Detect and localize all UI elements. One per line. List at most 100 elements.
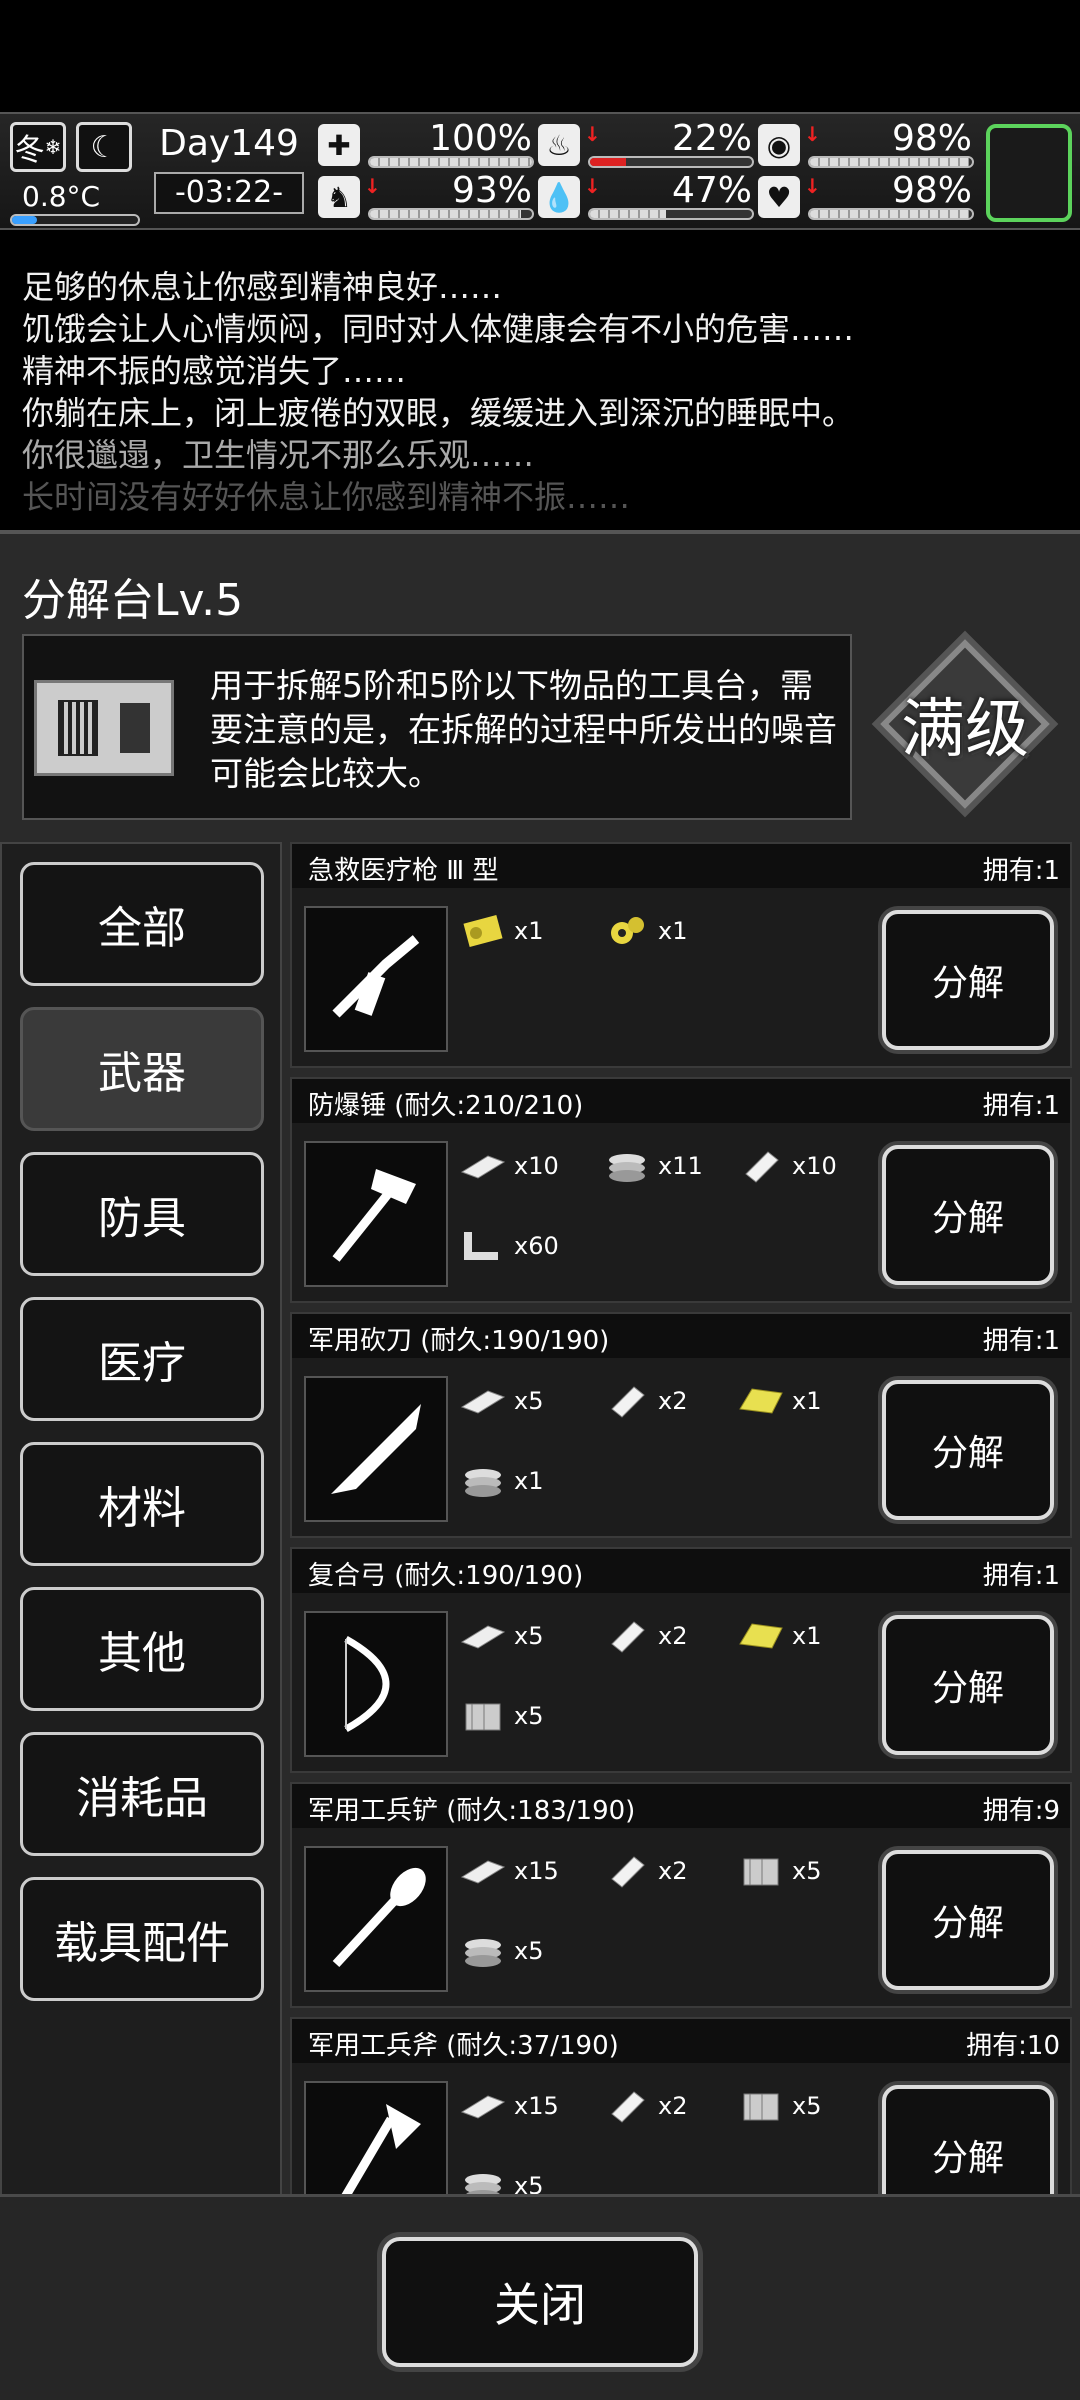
item-name: 复合弓 (耐久:190/190) xyxy=(308,1561,584,1591)
day-clock: Day149 -03:22- xyxy=(154,120,304,224)
category-tab[interactable]: 武器 xyxy=(20,1007,264,1131)
material-qty: x60 xyxy=(514,1232,559,1260)
material: x2 xyxy=(600,1846,687,1896)
description-text: 用于拆解5阶和5阶以下物品的工具台，需要注意的是，在拆解的过程中所发出的噪音可能… xyxy=(210,666,837,793)
wire-coil-icon xyxy=(600,1146,654,1186)
log-line: 足够的休息让你感到精神良好…… xyxy=(22,268,503,306)
material-qty: x1 xyxy=(792,1387,822,1415)
workbench-description: 用于拆解5阶和5阶以下物品的工具台，需要注意的是，在拆解的过程中所发出的噪音可能… xyxy=(22,634,852,820)
stat-value: 98% xyxy=(891,170,972,211)
stat-stomach: ♨ ↓ 22% xyxy=(538,118,758,170)
temperature-bar xyxy=(10,214,140,226)
stat-bar xyxy=(808,208,974,220)
material: x2 xyxy=(600,1611,687,1661)
material: x60 xyxy=(456,1221,559,1271)
stat-bar xyxy=(368,156,534,168)
item-list[interactable]: 急救医疗枪 Ⅲ 型拥有:1 x1 x1 分解 防爆锤 (耐久:210/210) 拥有:1 x… xyxy=(286,842,1076,2194)
category-tab[interactable]: 其他 xyxy=(20,1587,264,1711)
metal-plate-icon xyxy=(456,2086,510,2126)
message-log: 足够的休息让你感到精神良好…… 饥饿会让人心情烦闷，同时对人体健康会有不小的危害… xyxy=(0,232,1080,522)
material-qty: x5 xyxy=(514,1387,544,1415)
temperature: 0.8°C xyxy=(22,180,101,213)
item-owned-count: 拥有:9 xyxy=(982,1796,1060,1826)
material-qty: x15 xyxy=(514,1857,559,1885)
metal-plate-icon xyxy=(456,1381,510,1421)
stat-bar xyxy=(808,156,974,168)
material-qty: x5 xyxy=(514,2172,544,2194)
material: x5 xyxy=(734,1846,821,1896)
material-qty: x2 xyxy=(658,1387,688,1415)
item-owned-count: 拥有:1 xyxy=(982,1326,1060,1356)
heart-icon: ♥ xyxy=(758,176,800,218)
wire-coil-icon xyxy=(456,1931,510,1971)
disassemble-button[interactable]: 分解 xyxy=(882,2085,1054,2194)
max-level-label: 满级 xyxy=(901,693,1029,767)
material-qty: x1 xyxy=(658,917,688,945)
disassemble-button[interactable]: 分解 xyxy=(882,1380,1054,1520)
medkit-icon: ✚ xyxy=(318,124,360,166)
stat-value: 98% xyxy=(891,118,972,159)
material: x1 xyxy=(734,1611,821,1661)
cloth-icon xyxy=(456,1696,510,1736)
disassemble-button[interactable]: 分解 xyxy=(882,1850,1054,1990)
steel-bar-icon xyxy=(600,1851,654,1891)
gears-icon xyxy=(600,911,654,951)
material: x11 xyxy=(600,1141,703,1191)
decrease-arrow-icon: ↓ xyxy=(804,174,821,198)
disassemble-button[interactable]: 分解 xyxy=(882,1145,1054,1285)
item-name: 防爆锤 (耐久:210/210) xyxy=(308,1091,584,1121)
disassemble-button[interactable]: 分解 xyxy=(882,1615,1054,1755)
pipe-icon xyxy=(456,1226,510,1266)
material: x1 xyxy=(456,906,543,956)
season-label: 冬 xyxy=(14,133,45,168)
category-tab[interactable]: 防具 xyxy=(20,1152,264,1276)
close-button[interactable]: 关闭 xyxy=(382,2237,698,2367)
item-owned-count: 拥有:1 xyxy=(982,1561,1060,1591)
item-owned-count: 拥有:10 xyxy=(966,2031,1060,2061)
stat-bar xyxy=(588,156,754,168)
season-weather: 冬 ❄ ☾ 0.8°C xyxy=(10,122,142,226)
wire-coil-icon xyxy=(456,2166,510,2194)
boot-icon: ♞ xyxy=(318,176,360,218)
item-name: 军用工兵斧 (耐久:37/190) xyxy=(308,2031,619,2061)
material-qty: x2 xyxy=(658,1622,688,1650)
material: x2 xyxy=(600,1376,687,1426)
status-bar: 冬 ❄ ☾ 0.8°C Day149 -03:22- ✚ 100% ♨ ↓ 22% ◉ ↓ 98… xyxy=(0,112,1080,230)
decrease-arrow-icon: ↓ xyxy=(584,122,601,146)
disassemble-item: 急救医疗枪 Ⅲ 型 拥有:1 x1 x1 分解 xyxy=(290,842,1072,1068)
item-owned-count: 拥有:1 xyxy=(982,856,1060,886)
disassemble-item: 复合弓 (耐久:190/190) 拥有:1 x5 x2 x1 x5 分解 xyxy=(290,1547,1072,1773)
category-tab[interactable]: 医疗 xyxy=(20,1297,264,1421)
machete-icon xyxy=(304,1376,448,1522)
max-level-badge: 满级 xyxy=(880,638,1050,810)
metal-plate-icon xyxy=(456,1616,510,1656)
equipment-slot[interactable] xyxy=(986,124,1072,222)
material-qty: x11 xyxy=(658,1152,703,1180)
yellow-parts-icon xyxy=(456,911,510,951)
steel-bar-icon xyxy=(600,2086,654,2126)
item-name: 急救医疗枪 Ⅲ 型 xyxy=(308,856,499,886)
material: x5 xyxy=(456,1376,543,1426)
category-tab[interactable]: 消耗品 xyxy=(20,1732,264,1856)
material: x1 xyxy=(456,1456,543,1506)
moon-icon: ☾ xyxy=(76,122,132,172)
category-tab[interactable]: 载具配件 xyxy=(20,1877,264,2001)
material-qty: x5 xyxy=(514,1622,544,1650)
material-qty: x10 xyxy=(514,1152,559,1180)
material-qty: x1 xyxy=(514,1467,544,1495)
bottom-bar: 关闭 xyxy=(0,2194,1080,2400)
log-line: 你躺在床上，闭上疲倦的双眼，缓缓进入到深沉的睡眠中。 xyxy=(22,394,855,432)
category-tab[interactable]: 全部 xyxy=(20,862,264,986)
wire-coil-icon xyxy=(456,1461,510,1501)
hammer-icon xyxy=(304,1141,448,1287)
day-counter: Day149 xyxy=(159,123,299,164)
bow-icon xyxy=(304,1611,448,1757)
category-tab[interactable]: 材料 xyxy=(20,1442,264,1566)
log-line: 饥饿会让人心情烦闷，同时对人体健康会有不小的危害…… xyxy=(22,310,855,348)
stat-value: 93% xyxy=(451,170,532,211)
stat-bar xyxy=(368,208,534,220)
steel-bar-icon xyxy=(600,1381,654,1421)
material-qty: x5 xyxy=(792,2092,822,2120)
disassemble-button[interactable]: 分解 xyxy=(882,910,1054,1050)
gold-bar-icon xyxy=(734,1616,788,1656)
